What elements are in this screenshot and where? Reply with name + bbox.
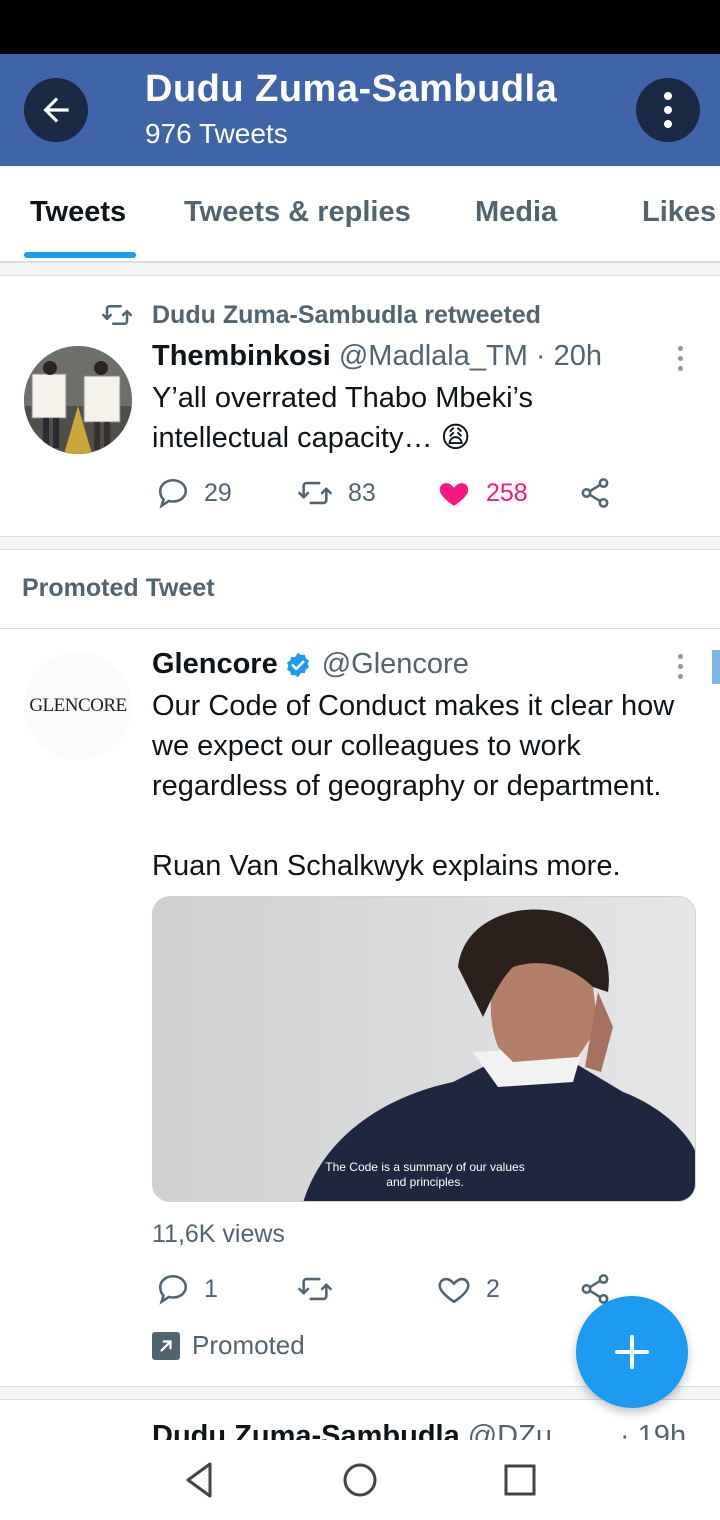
tweet-header: Glencore @Glencore [152,648,469,681]
author-name[interactable]: Dudu Zuma-Sambudla [152,1420,460,1440]
profile-tabs: Tweets Tweets & replies Media Likes [0,166,720,262]
share-button[interactable] [578,476,612,510]
verified-badge-icon [284,651,312,679]
like-button[interactable]: 258 [436,476,528,510]
profile-name: Dudu Zuma-Sambudla [145,68,558,110]
tweet-actions: 29 83 258 [152,476,632,516]
like-count: 258 [486,478,528,507]
video-frame [153,897,695,1201]
tweet-menu-button[interactable] [674,654,686,679]
more-vertical-icon [677,654,683,659]
compose-tweet-button[interactable] [576,1296,688,1408]
video-thumbnail[interactable]: The Code is a summary of our values and … [152,896,696,1202]
reply-count: 1 [204,1274,218,1303]
retweet-icon [298,1277,332,1301]
share-icon [581,478,609,508]
tweet-count: 976 Tweets [145,118,288,149]
arrow-left-icon [43,97,69,123]
tweet-text: Y’all overrated Thabo Mbeki’s intellectu… [152,382,533,454]
plus-icon [615,1335,649,1369]
retweet-context: Dudu Zuma-Sambudla retweeted [100,300,541,330]
nav-recents-icon[interactable] [500,1460,540,1500]
nav-home-icon[interactable] [340,1460,380,1500]
divider [0,628,720,629]
tab-likes[interactable]: Likes [642,196,716,229]
avatar[interactable]: GLENCORE [24,652,132,760]
tweet-header: Thembinkosi @Madlala_TM · 20h [152,340,602,373]
author-handle: @Madlala_TM · 20h [338,340,603,372]
video-subtitle: The Code is a summary of our values and … [153,1160,695,1190]
promoted-section-label: Promoted Tweet [22,574,215,602]
more-options-button[interactable] [636,78,700,142]
promoted-arrow-icon [152,1331,180,1360]
section-separator [0,262,720,276]
tweet-time: · 19h [619,1420,687,1440]
reply-icon [158,478,188,509]
system-navigation-bar [0,1440,720,1520]
video-subtitle-line: The Code is a summary of our values [325,1160,525,1174]
promoted-label: Promoted [192,1330,305,1360]
nav-back-icon[interactable] [180,1460,220,1500]
retweet-count: 83 [348,478,376,507]
reply-button[interactable]: 1 [156,1272,218,1306]
tweet-actions: 1 2 [152,1272,632,1312]
like-count: 2 [486,1274,500,1303]
tweet-text-continued: Ruan Van Schalkwyk explains more. [152,850,621,882]
author-handle: @Glencore [321,648,469,680]
retweet-button[interactable]: 83 [296,476,376,510]
like-button[interactable]: 2 [436,1272,500,1306]
retweet-icon [298,481,332,505]
tab-media[interactable]: Media [475,196,557,229]
reply-button[interactable]: 29 [156,476,232,510]
reply-icon [158,1274,188,1305]
section-separator [0,536,720,550]
heart-filled-icon [439,483,469,506]
retweet-label: Dudu Zuma-Sambudla retweeted [152,300,541,329]
reply-count: 29 [204,478,232,507]
author-name[interactable]: Glencore [152,648,278,681]
glencore-logo: GLENCORE [29,695,127,716]
next-tweet-peek: Dudu Zuma-Sambudla @DZu · 19h [0,1400,720,1440]
author-name[interactable]: Thembinkosi [152,340,331,373]
video-subtitle-line: and principles. [386,1175,464,1189]
author-handle: @DZu [467,1420,552,1440]
tweet-menu-button[interactable] [674,346,686,371]
retweet-button[interactable] [296,1272,334,1306]
avatar[interactable] [24,346,132,454]
avatar-photo [24,346,132,454]
view-count: 11,6K views [152,1220,285,1248]
tab-tweets-replies[interactable]: Tweets & replies [184,196,411,229]
status-bar [0,0,720,54]
tweet-text: Our Code of Conduct makes it clear how w… [152,690,675,802]
more-vertical-icon [664,92,672,100]
active-tab-indicator [24,252,136,258]
tab-tweets[interactable]: Tweets [30,196,126,229]
heart-outline-icon [438,1277,470,1304]
promoted-badge: Promoted [152,1330,305,1361]
more-vertical-icon [677,346,683,351]
profile-header: Dudu Zuma-Sambudla 976 Tweets [0,54,720,166]
back-button[interactable] [24,78,88,142]
retweet-icon [102,305,132,325]
scrollbar-thumb[interactable] [712,650,720,684]
